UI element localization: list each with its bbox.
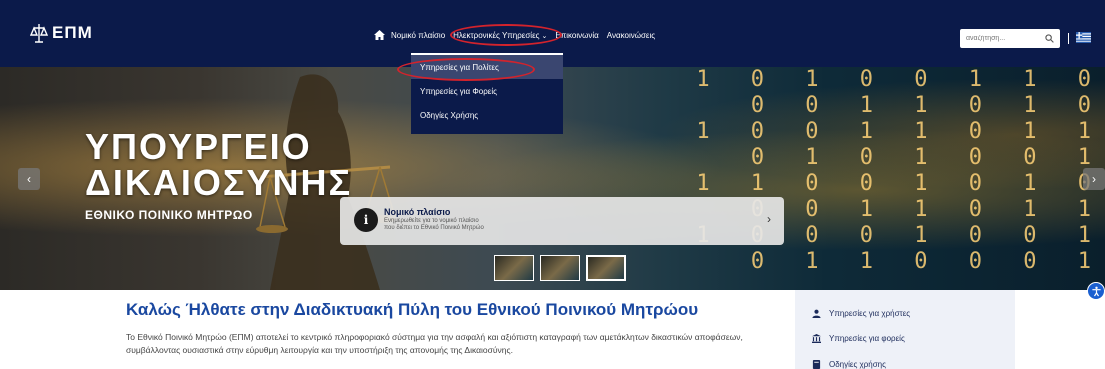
hero-title-line2: ΔΙΚΑΙΟΣΥΝΗΣ xyxy=(85,162,353,203)
card-title: Νομικό πλαίσιο xyxy=(384,207,451,217)
carousel-thumbnail-active[interactable] xyxy=(586,255,626,281)
search-icon[interactable] xyxy=(1045,34,1054,43)
greek-flag-icon[interactable] xyxy=(1076,32,1091,43)
sidebar-item-label: Υπηρεσίες για φορείς xyxy=(829,334,905,343)
carousel-thumbnail[interactable] xyxy=(540,255,580,281)
header-divider xyxy=(1068,33,1069,44)
hero-title: ΥΠΟΥΡΓΕΙΟ ΔΙΚΑΙΟΣΥΝΗΣ xyxy=(85,129,352,201)
site-logo[interactable]: ΕΠΜ xyxy=(30,22,93,44)
card-text-line2: που διέπει το Εθνικό Ποινικό Μητρώο xyxy=(384,225,484,231)
carousel-thumbnails xyxy=(494,255,632,281)
sidebar-item-label: Υπηρεσίες για χρήστες xyxy=(829,309,911,318)
card-text: Ενημερωθείτε για το νομικό πλαίσιο που δ… xyxy=(384,218,544,232)
carousel-next-button[interactable]: › xyxy=(1083,168,1105,190)
menu-item-user-guide[interactable]: Οδηγίες Χρήσης xyxy=(411,103,563,127)
book-icon xyxy=(812,360,821,369)
user-icon xyxy=(812,309,821,318)
logo-text: ΕΠΜ xyxy=(52,23,93,42)
welcome-heading: Καλώς Ήλθατε στην Διαδικτυακή Πύλη του Ε… xyxy=(126,300,699,319)
hero-subtitle: ΕΘΝΙΚΟ ΠΟΙΝΙΚΟ ΜΗΤΡΩΟ xyxy=(85,208,253,222)
sidebar-item-user-services[interactable]: Υπηρεσίες για χρήστες xyxy=(812,309,910,318)
nav-legal-framework[interactable]: Νομικό πλαίσιο xyxy=(391,31,445,40)
chevron-right-icon: › xyxy=(767,212,771,226)
sidebar-item-agency-services[interactable]: Υπηρεσίες για φορείς xyxy=(812,334,905,343)
institution-icon xyxy=(812,334,821,343)
annotation-circle-nav xyxy=(450,24,562,46)
carousel-thumbnail[interactable] xyxy=(494,255,534,281)
home-icon[interactable] xyxy=(374,30,385,40)
info-icon: i xyxy=(354,208,378,232)
legal-framework-card[interactable]: i Νομικό πλαίσιο Ενημερωθείτε για το νομ… xyxy=(340,197,784,245)
card-text-line1: Ενημερωθείτε για το νομικό πλαίσιο xyxy=(384,218,479,224)
annotation-circle-menu-item xyxy=(397,58,535,81)
justice-logo-icon xyxy=(30,24,48,43)
search-box xyxy=(960,29,1060,48)
search-input[interactable] xyxy=(966,35,1036,42)
sidebar-item-user-guide[interactable]: Οδηγίες χρήσης xyxy=(812,360,886,369)
accessibility-icon xyxy=(1091,286,1101,296)
welcome-description: Το Εθνικό Ποινικό Μητρώο (ΕΠΜ) αποτελεί … xyxy=(126,332,743,355)
binary-digits-image: 1 0 1 0 0 1 1 00 0 1 1 0 1 01 0 0 1 1 0 … xyxy=(696,67,1105,274)
nav-announcements[interactable]: Ανακοινώσεις xyxy=(607,31,655,40)
menu-item-agency-services[interactable]: Υπηρεσίες για Φορείς xyxy=(411,79,563,103)
sidebar-item-label: Οδηγίες χρήσης xyxy=(829,360,886,369)
carousel-prev-button[interactable]: ‹ xyxy=(18,168,40,190)
quick-links-sidebar: Υπηρεσίες για χρήστες Υπηρεσίες για φορε… xyxy=(795,290,1015,369)
accessibility-button[interactable] xyxy=(1087,282,1105,300)
hero-title-line1: ΥΠΟΥΡΓΕΙΟ xyxy=(85,126,312,167)
